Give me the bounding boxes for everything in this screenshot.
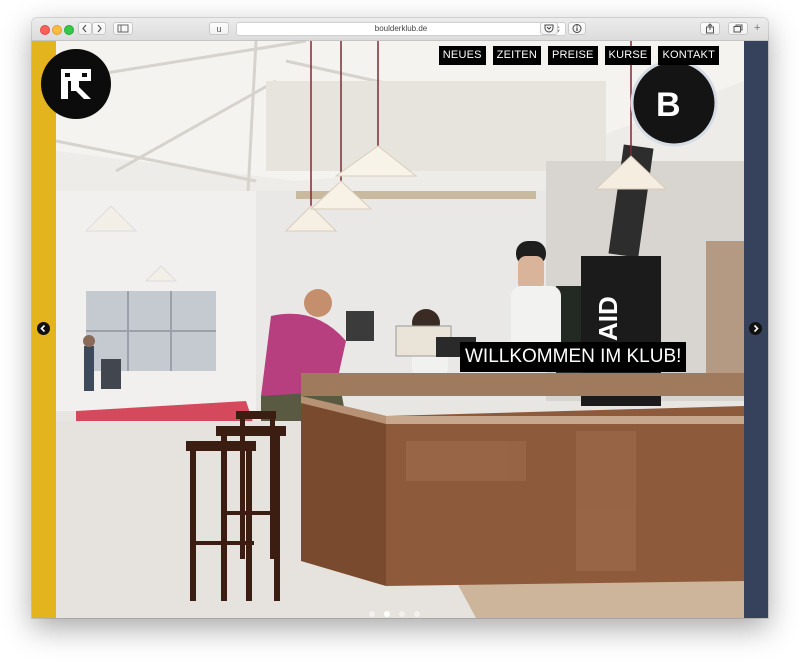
info-button[interactable] bbox=[568, 22, 586, 35]
zoom-window-button[interactable] bbox=[64, 25, 74, 35]
bk-logo-icon bbox=[61, 69, 91, 99]
forward-button[interactable] bbox=[92, 22, 106, 35]
address-bar[interactable]: boulderklub.de bbox=[236, 22, 566, 36]
sidebar-button[interactable] bbox=[113, 22, 133, 35]
chevron-right-icon bbox=[97, 24, 102, 33]
svg-text:AID: AID bbox=[593, 296, 623, 341]
cafe-bar-photo: AID B bbox=[56, 41, 744, 618]
tabs-icon bbox=[733, 24, 743, 33]
nav-item-kurse[interactable]: KURSE bbox=[604, 46, 652, 65]
nav-item-preise[interactable]: PREISE bbox=[547, 46, 598, 65]
browser-window: u boulderklub.de + AID B NEUES ZEITEN PR… bbox=[32, 18, 768, 618]
main-navigation: NEUES ZEITEN PREISE KURSE KONTAKT bbox=[438, 46, 719, 65]
hero-headline: WILLKOMMEN IM KLUB! bbox=[460, 342, 687, 372]
info-icon bbox=[572, 24, 582, 33]
pocket-button[interactable] bbox=[540, 22, 558, 35]
browser-toolbar: u boulderklub.de + bbox=[32, 18, 768, 41]
nav-item-neues[interactable]: NEUES bbox=[438, 46, 486, 65]
chevron-left-icon bbox=[82, 24, 87, 33]
slider-dot[interactable] bbox=[414, 611, 420, 617]
url-text: boulderklub.de bbox=[374, 24, 428, 33]
slider-dot-active[interactable] bbox=[384, 611, 390, 617]
chevron-left-icon bbox=[40, 324, 46, 333]
sidebar-icon bbox=[117, 24, 129, 33]
chevron-right-icon bbox=[753, 324, 759, 333]
back-button[interactable] bbox=[78, 22, 92, 35]
reader-button[interactable]: u bbox=[209, 22, 229, 35]
pocket-icon bbox=[544, 24, 554, 33]
hero-slide-image: AID B bbox=[56, 41, 744, 618]
share-icon bbox=[706, 23, 714, 34]
site-logo[interactable] bbox=[41, 49, 111, 119]
share-button[interactable] bbox=[700, 22, 720, 35]
page-content: AID B NEUES ZEITEN PREISE KURSE KONTAKT … bbox=[32, 41, 768, 618]
tabs-overview-button[interactable] bbox=[728, 22, 748, 35]
svg-text:B: B bbox=[656, 86, 681, 124]
nav-item-kontakt[interactable]: KONTAKT bbox=[658, 46, 719, 65]
slider-dot[interactable] bbox=[399, 611, 405, 617]
nav-item-zeiten[interactable]: ZEITEN bbox=[492, 46, 541, 65]
slider-dot[interactable] bbox=[369, 611, 375, 617]
slider-pagination bbox=[369, 611, 420, 617]
new-tab-button[interactable]: + bbox=[754, 23, 760, 34]
slider-next-button[interactable] bbox=[749, 322, 762, 335]
slider-prev-button[interactable] bbox=[37, 322, 50, 335]
minimize-window-button[interactable] bbox=[52, 25, 62, 35]
close-window-button[interactable] bbox=[40, 25, 50, 35]
